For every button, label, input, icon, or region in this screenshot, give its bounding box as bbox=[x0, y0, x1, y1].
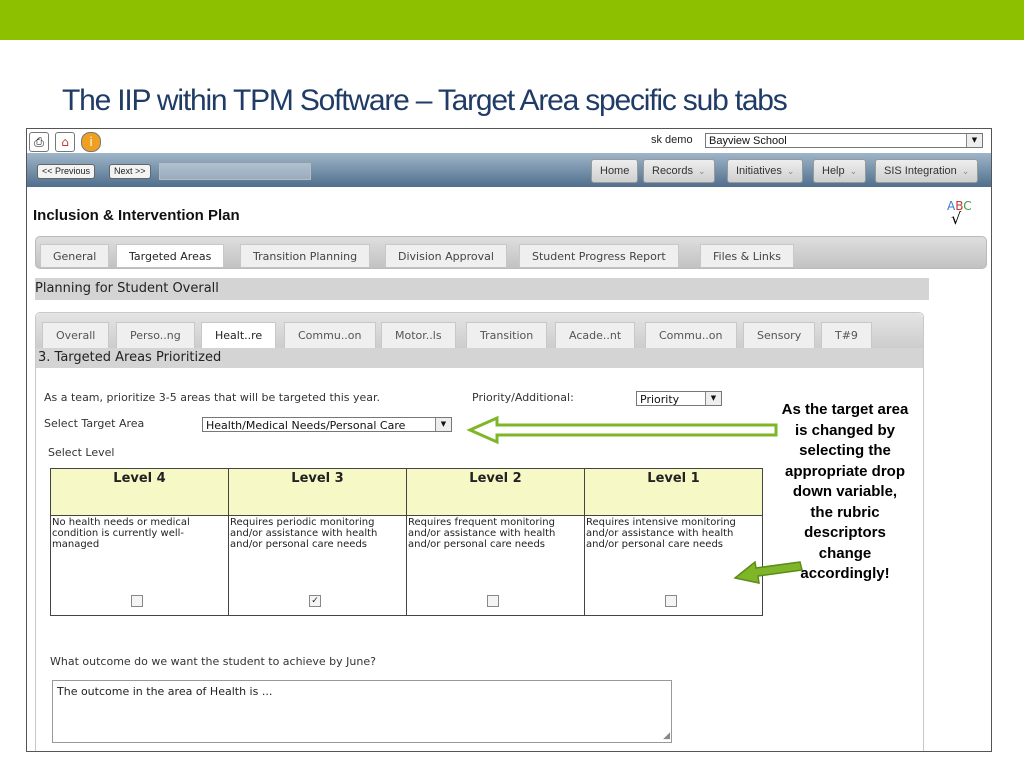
arrow-to-target-area bbox=[466, 415, 778, 445]
callout-text: As the target area is changed by selecti… bbox=[781, 401, 909, 582]
annotation-arrows bbox=[466, 415, 803, 584]
